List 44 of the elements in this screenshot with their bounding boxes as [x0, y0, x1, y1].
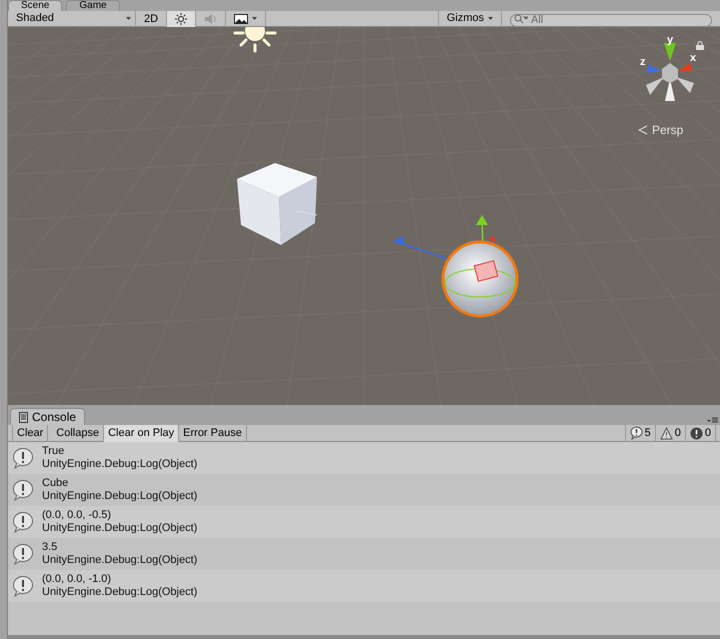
tab[interactable]: Game	[66, 0, 120, 11]
log-trace: UnityEngine.Debug:Log(Object)	[42, 458, 198, 471]
info-icon	[12, 511, 34, 533]
axis-label: z	[640, 56, 646, 68]
caret-icon	[252, 17, 258, 20]
log-trace: UnityEngine.Debug:Log(Object)	[42, 554, 198, 567]
info-icon	[12, 447, 34, 469]
log-message: 3.5	[42, 541, 58, 554]
log-entry[interactable]: (0.0, 0.0, -1.0) UnityEngine.Debug:Log(Object)	[8, 570, 720, 602]
log-entry[interactable]: (0.0, 0.0, -0.5) UnityEngine.Debug:Log(Object)	[8, 506, 720, 538]
info-icon	[12, 479, 34, 501]
info-icon	[12, 543, 34, 565]
info-icon	[12, 575, 34, 597]
axis-label: y	[667, 37, 674, 46]
caret-icon	[488, 17, 493, 20]
toggle-button[interactable]: Clear on Play	[104, 424, 180, 442]
log-message: (0.0, 0.0, -0.5)	[42, 509, 112, 522]
sun-icon	[175, 12, 188, 24]
console-icon	[19, 412, 28, 422]
error-icon	[690, 426, 703, 440]
search-icon	[514, 14, 528, 24]
warning-icon	[660, 426, 673, 440]
speaker-icon	[204, 12, 218, 24]
error-counter[interactable]: 0	[684, 424, 716, 442]
menu-icon	[707, 417, 718, 423]
sun-gizmo-icon	[233, 27, 277, 53]
log-message: True	[42, 445, 66, 458]
image-icon	[234, 14, 248, 24]
tab[interactable]: Scene	[8, 0, 62, 11]
log-trace: UnityEngine.Debug:Log(Object)	[42, 522, 198, 535]
info-icon	[630, 426, 643, 440]
log-entry[interactable]: True UnityEngine.Debug:Log(Object)	[8, 442, 720, 474]
log-trace: UnityEngine.Debug:Log(Object)	[42, 490, 198, 503]
console-tab[interactable]: Console	[10, 408, 86, 425]
projection-toggle[interactable]: Persp	[638, 121, 684, 139]
log-trace: UnityEngine.Debug:Log(Object)	[42, 586, 198, 599]
caret-icon	[126, 17, 131, 20]
search-field[interactable]: All	[510, 14, 712, 27]
log-message: (0.0, 0.0, -1.0)	[42, 573, 112, 586]
axis-label: x	[690, 52, 696, 64]
lock-icon	[696, 41, 704, 50]
log-message: Cube	[42, 477, 70, 490]
lighting-toggle[interactable]	[167, 10, 196, 26]
perspective-icon	[638, 125, 648, 135]
